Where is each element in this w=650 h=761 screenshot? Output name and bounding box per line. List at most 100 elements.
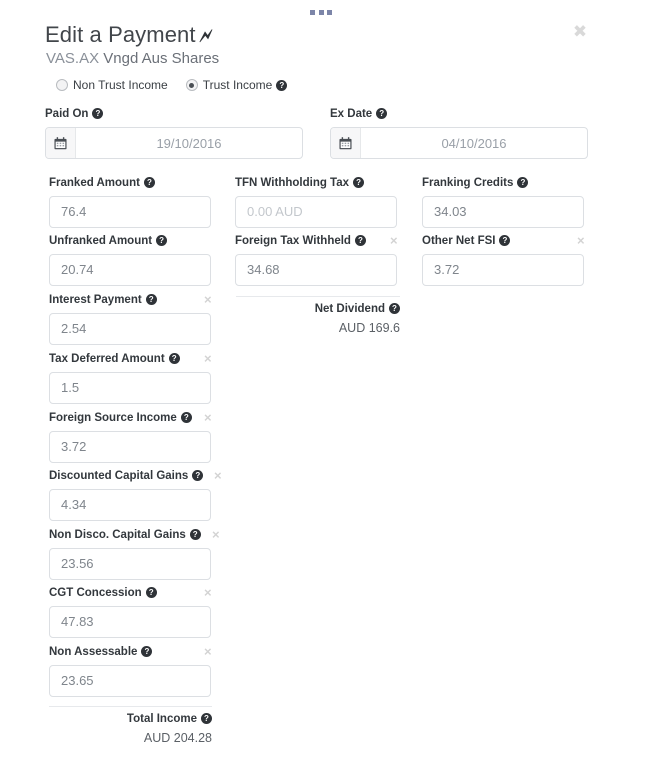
calendar-icon: [339, 136, 352, 149]
value-total-income: AUD 204.28: [143, 731, 212, 745]
help-icon-total-income[interactable]: ?: [201, 713, 212, 724]
drag-dot: [327, 9, 332, 15]
field-franking-credits: Franking Credits? 34.03: [422, 176, 584, 228]
field-tax-deferred-amount: Tax Deferred Amount? × 1.5: [49, 352, 212, 404]
help-icon-net-dividend[interactable]: ?: [389, 303, 400, 314]
label-text-total-income: Total Income: [126, 713, 197, 725]
help-icon-discounted-capital-gains[interactable]: ?: [192, 470, 204, 481]
drag-dot: [310, 9, 315, 15]
summary-net-dividend: Net Dividend? AUD 169.6: [236, 302, 400, 336]
help-icon-foreign-tax-withheld[interactable]: ?: [354, 235, 366, 246]
input-discounted-capital-gains[interactable]: 4.34: [49, 489, 211, 521]
date-input-paid-on[interactable]: 19/10/2016: [45, 127, 303, 159]
field-franked-amount: Franked Amount? 76.4: [49, 176, 211, 228]
input-unfranked-amount[interactable]: 20.74: [49, 254, 211, 286]
lightning-bolt-icon: 🗲: [199, 26, 213, 47]
help-icon-income-type[interactable]: ?: [276, 79, 288, 91]
remove-icon-foreign-source-income[interactable]: ×: [204, 411, 212, 425]
remove-icon-discounted-capital-gains[interactable]: ×: [214, 469, 222, 483]
field-foreign-tax-withheld: Foreign Tax Withheld? × 34.68: [235, 234, 398, 286]
label-non-disco-capital-gains: Non Disco. Capital Gains? ×: [49, 528, 220, 542]
label-total-income: Total Income?: [49, 712, 212, 726]
remove-icon-non-disco-capital-gains[interactable]: ×: [212, 528, 220, 542]
date-value-paid-on[interactable]: 19/10/2016: [76, 128, 302, 158]
help-icon-paid-on[interactable]: ?: [92, 108, 104, 119]
label-unfranked-amount: Unfranked Amount?: [49, 234, 211, 248]
field-paid-on: Paid On? 19/10/2016: [45, 107, 303, 159]
label-foreign-tax-withheld: Foreign Tax Withheld? ×: [235, 234, 398, 248]
help-icon-cgt-concession[interactable]: ?: [145, 587, 157, 598]
help-icon-tfn-withholding-tax[interactable]: ?: [353, 177, 365, 188]
help-icon-franking-credits[interactable]: ?: [517, 177, 529, 188]
help-icon-non-disco-capital-gains[interactable]: ?: [189, 529, 201, 540]
calendar-icon-paid-on[interactable]: [46, 128, 76, 158]
label-interest-payment: Interest Payment? ×: [49, 293, 212, 307]
field-discounted-capital-gains: Discounted Capital Gains? × 4.34: [49, 469, 222, 521]
radio-trust-income[interactable]: Trust Income ?: [185, 78, 288, 92]
label-text-non-disco-capital-gains: Non Disco. Capital Gains: [49, 529, 186, 541]
help-icon-ex-date[interactable]: ?: [376, 108, 388, 119]
label-text-paid-on: Paid On: [45, 108, 89, 120]
input-interest-payment[interactable]: 2.54: [49, 313, 211, 345]
help-icon-non-assessable[interactable]: ?: [141, 646, 153, 657]
label-text-foreign-tax-withheld: Foreign Tax Withheld: [235, 235, 351, 247]
date-value-ex-date[interactable]: 04/10/2016: [361, 128, 587, 158]
close-icon[interactable]: ✖: [571, 23, 589, 41]
field-cgt-concession: CGT Concession? × 47.83: [49, 586, 212, 638]
value-net-dividend: AUD 169.6: [338, 321, 400, 335]
input-foreign-source-income[interactable]: 3.72: [49, 431, 211, 463]
summary-total-income: Total Income? AUD 204.28: [49, 712, 212, 746]
label-text-tax-deferred-amount: Tax Deferred Amount: [49, 353, 165, 365]
remove-icon-cgt-concession[interactable]: ×: [204, 586, 212, 600]
input-cgt-concession[interactable]: 47.83: [49, 606, 211, 638]
help-icon-interest-payment[interactable]: ?: [145, 294, 157, 305]
help-icon-tax-deferred-amount[interactable]: ?: [168, 353, 180, 364]
label-franking-credits: Franking Credits?: [422, 176, 584, 190]
help-icon-franked-amount[interactable]: ?: [143, 177, 155, 188]
field-non-disco-capital-gains: Non Disco. Capital Gains? × 23.56: [49, 528, 220, 580]
input-franking-credits[interactable]: 34.03: [422, 196, 584, 228]
label-franked-amount: Franked Amount?: [49, 176, 211, 190]
label-text-foreign-source-income: Foreign Source Income: [49, 412, 177, 424]
input-tfn-withholding-tax[interactable]: 0.00 AUD: [235, 196, 397, 228]
modal-drag-handle[interactable]: [310, 8, 332, 16]
input-other-net-fsi[interactable]: 3.72: [422, 254, 584, 286]
divider-net-dividend: [236, 296, 400, 297]
label-ex-date: Ex Date?: [330, 107, 588, 121]
remove-icon-other-net-fsi[interactable]: ×: [577, 234, 585, 248]
input-foreign-tax-withheld[interactable]: 34.68: [235, 254, 397, 286]
divider-total-income: [49, 706, 212, 707]
drag-dot: [318, 9, 324, 15]
security-subtitle: VAS.AX Vngd Aus Shares: [46, 50, 219, 67]
field-unfranked-amount: Unfranked Amount? 20.74: [49, 234, 211, 286]
label-foreign-source-income: Foreign Source Income? ×: [49, 411, 212, 425]
input-franked-amount[interactable]: 76.4: [49, 196, 211, 228]
radio-label-trust-income: Trust Income: [202, 78, 273, 92]
remove-icon-foreign-tax-withheld[interactable]: ×: [390, 234, 398, 248]
label-text-cgt-concession: CGT Concession: [49, 587, 142, 599]
help-icon-unfranked-amount[interactable]: ?: [156, 235, 168, 246]
page-title-text: Edit a Payment: [45, 22, 196, 47]
income-type-radio-group: Non Trust Income Trust Income ?: [56, 78, 288, 92]
label-cgt-concession: CGT Concession? ×: [49, 586, 212, 600]
label-text-franked-amount: Franked Amount: [49, 177, 140, 189]
radio-label-non-trust-income: Non Trust Income: [73, 78, 168, 92]
remove-icon-tax-deferred-amount[interactable]: ×: [204, 352, 212, 366]
label-text-interest-payment: Interest Payment: [49, 294, 142, 306]
label-text-net-dividend: Net Dividend: [314, 303, 385, 315]
remove-icon-interest-payment[interactable]: ×: [204, 293, 212, 307]
calendar-icon-ex-date[interactable]: [331, 128, 361, 158]
input-non-disco-capital-gains[interactable]: 23.56: [49, 548, 211, 580]
radio-non-trust-income[interactable]: Non Trust Income: [56, 78, 168, 92]
label-tfn-withholding-tax: TFN Withholding Tax?: [235, 176, 397, 190]
label-discounted-capital-gains: Discounted Capital Gains? ×: [49, 469, 222, 483]
radio-mark-non-trust-income: [56, 79, 68, 91]
remove-icon-non-assessable[interactable]: ×: [204, 645, 212, 659]
help-icon-foreign-source-income[interactable]: ?: [180, 412, 192, 423]
label-text-tfn-withholding-tax: TFN Withholding Tax: [235, 177, 350, 189]
input-tax-deferred-amount[interactable]: 1.5: [49, 372, 211, 404]
input-non-assessable[interactable]: 23.65: [49, 665, 211, 697]
field-tfn-withholding-tax: TFN Withholding Tax? 0.00 AUD: [235, 176, 397, 228]
date-input-ex-date[interactable]: 04/10/2016: [330, 127, 588, 159]
help-icon-other-net-fsi[interactable]: ?: [499, 235, 511, 246]
